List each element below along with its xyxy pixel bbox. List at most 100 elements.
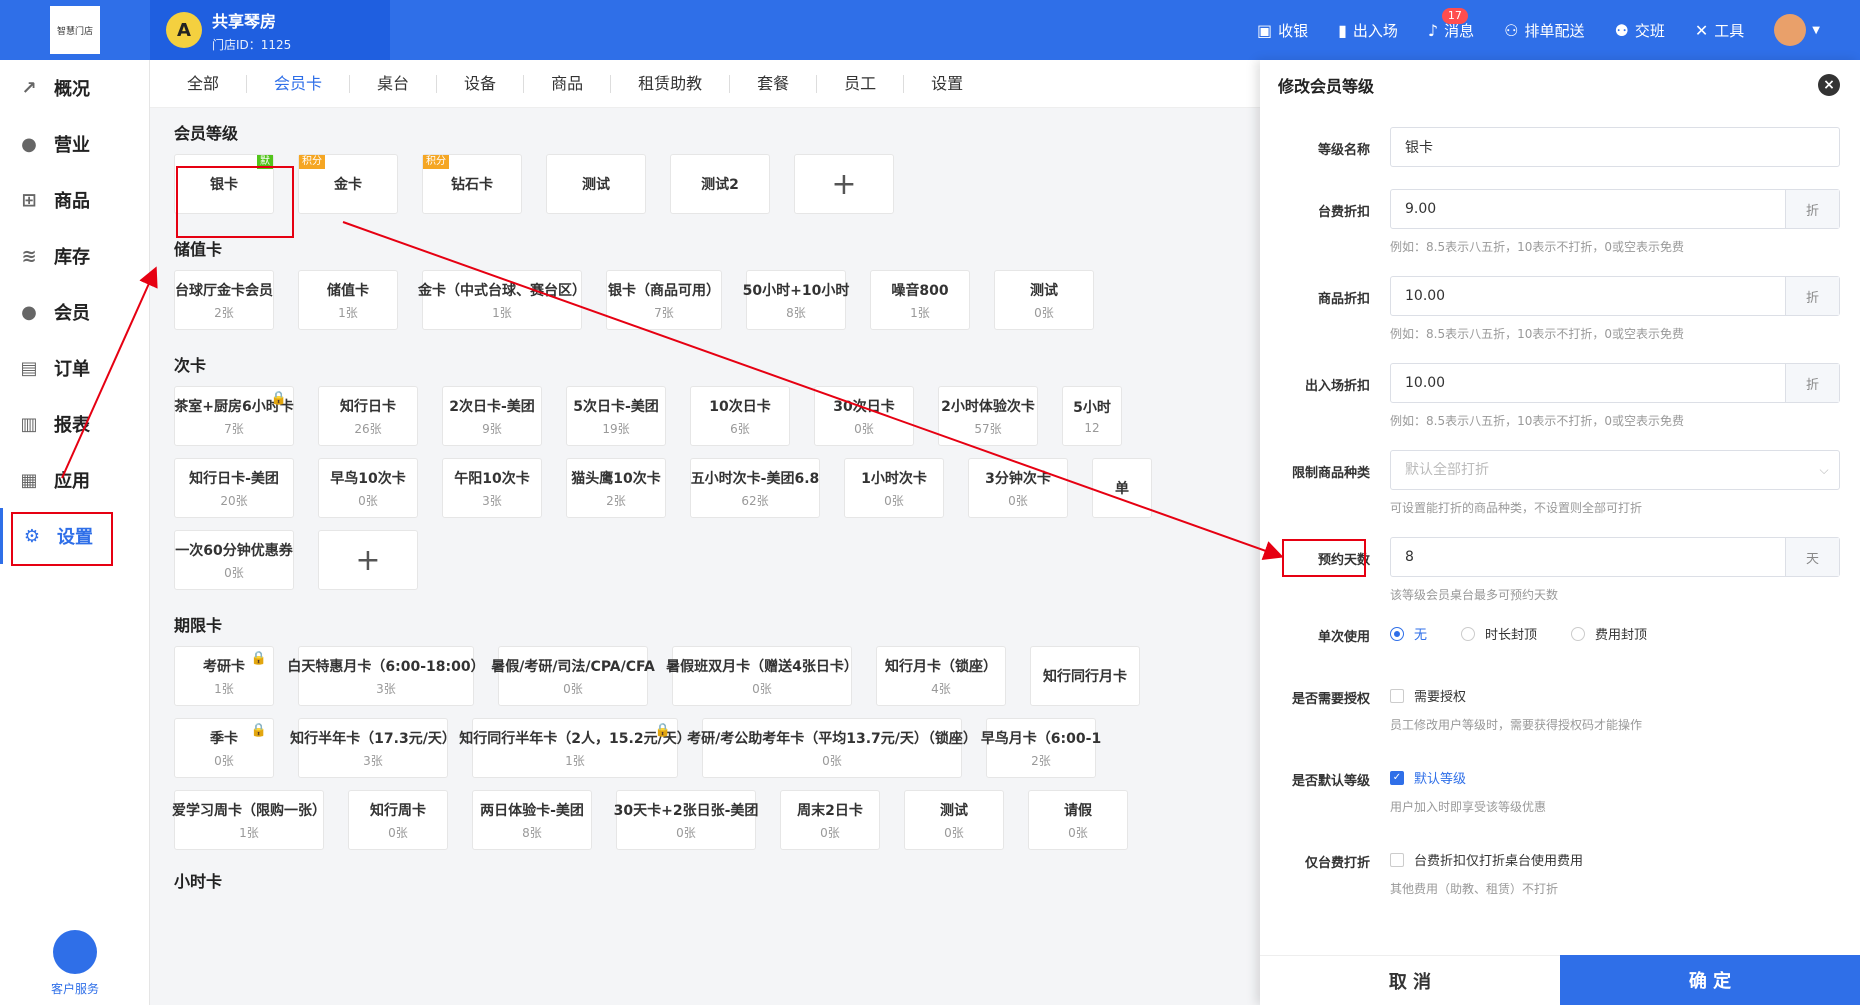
messages-button[interactable]: ♪ 17 消息 — [1428, 7, 1474, 41]
level-name-input[interactable] — [1391, 139, 1839, 155]
level-card-test[interactable]: 测试 — [546, 154, 646, 214]
period-card[interactable]: 知行同行月卡 — [1030, 646, 1140, 706]
count-card[interactable]: 午阳10次卡 3张 — [442, 458, 542, 518]
stored-card[interactable]: 储值卡 1张 — [298, 270, 398, 330]
count-card[interactable]: 早鸟10次卡 0张 — [318, 458, 418, 518]
user-avatar[interactable] — [1774, 14, 1807, 46]
period-card[interactable]: 30天卡+2张日张-美团 0张 — [614, 790, 758, 850]
radio-time-cap[interactable]: 时长封顶 — [1461, 624, 1537, 643]
tab-rental[interactable]: 租赁助教 — [611, 74, 731, 93]
level-card-test2[interactable]: 测试2 — [670, 154, 770, 214]
confirm-button[interactable]: 确 定 — [1560, 955, 1860, 1005]
tab-member-card[interactable]: 会员卡 — [247, 74, 351, 93]
logo[interactable]: 智慧门店 — [50, 6, 100, 54]
count-card[interactable]: 5小时 12 — [1062, 386, 1122, 446]
default-level-checkbox[interactable]: ✓ 默认等级 — [1390, 768, 1466, 787]
period-card[interactable]: 知行半年卡（17.3元/天） 3张 — [290, 718, 456, 778]
tools-button[interactable]: ✕ 工具 — [1695, 20, 1744, 41]
count-card[interactable]: 5次日卡-美团 19张 — [566, 386, 666, 446]
tab-goods[interactable]: 商品 — [524, 74, 612, 93]
count-card[interactable]: 单 — [1092, 458, 1152, 518]
count-card[interactable]: 10次日卡 6张 — [690, 386, 790, 446]
add-count-card-button[interactable]: + — [318, 530, 418, 590]
sidebar-item-business[interactable]: ● 营业 — [0, 116, 149, 172]
count-card[interactable]: 一次60分钟优惠券 0张 — [174, 530, 294, 590]
count-card[interactable]: 猫头鹰10次卡 2张 — [566, 458, 666, 518]
period-card[interactable]: 暑假/考研/司法/CPA/CFA 0张 — [491, 646, 655, 706]
card-count: 3张 — [376, 681, 396, 696]
period-card[interactable]: 知行周卡 0张 — [348, 790, 448, 850]
tab-all[interactable]: 全部 — [160, 74, 248, 93]
goods-discount-input[interactable] — [1391, 288, 1785, 304]
tab-device[interactable]: 设备 — [437, 74, 525, 93]
period-card[interactable]: 爱学习周卡（限购一张） 1张 — [172, 790, 326, 850]
period-card[interactable]: 白天特惠月卡（6:00-18:00） 3张 — [287, 646, 485, 706]
card-name: 银卡（商品可用） — [608, 282, 720, 299]
stored-card[interactable]: 50小时+10小时 8张 — [743, 270, 849, 330]
close-icon[interactable]: × — [1818, 74, 1840, 96]
cashier-button[interactable]: ▣ 收银 — [1257, 20, 1308, 41]
sidebar-item-orders[interactable]: ▤ 订单 — [0, 340, 149, 396]
checkbox-box — [1390, 852, 1404, 867]
need-auth-checkbox[interactable]: 需要授权 — [1390, 686, 1466, 705]
count-card[interactable]: 五小时次卡-美团6.8 62张 — [690, 458, 820, 518]
count-card[interactable]: 知行日卡 26张 — [318, 386, 418, 446]
count-card[interactable]: 🔒 茶室+厨房6小时卡 7张 — [174, 386, 294, 446]
card-name: 测试 — [1030, 282, 1058, 299]
sidebar-item-overview[interactable]: ↗ 概况 — [0, 60, 149, 116]
card-name: 3分钟次卡 — [985, 470, 1051, 487]
sidebar-item-goods[interactable]: ⊞ 商品 — [0, 172, 149, 228]
delivery-button[interactable]: ⚇ 排单配送 — [1504, 20, 1584, 41]
lock-icon: 🔒 — [270, 391, 287, 406]
count-card[interactable]: 2次日卡-美团 9张 — [442, 386, 542, 446]
entry-discount-input[interactable] — [1391, 375, 1785, 391]
customer-service-button[interactable]: 客户服务 — [0, 930, 150, 1005]
count-card[interactable]: 30次日卡 0张 — [814, 386, 914, 446]
period-card[interactable]: 知行月卡（锁座） 4张 — [876, 646, 1006, 706]
sidebar-item-reports[interactable]: ▥ 报表 — [0, 396, 149, 452]
table-discount-input[interactable] — [1391, 201, 1785, 217]
stored-card[interactable]: 金卡（中式台球、赛台区） 1张 — [418, 270, 586, 330]
cancel-button[interactable]: 取 消 — [1260, 955, 1560, 1005]
chevron-down-icon[interactable]: ▼ — [1812, 25, 1820, 36]
period-card[interactable]: 测试 0张 — [904, 790, 1004, 850]
sidebar-item-members[interactable]: ● 会员 — [0, 284, 149, 340]
add-level-button[interactable]: + — [794, 154, 894, 214]
tab-settings[interactable]: 设置 — [904, 74, 990, 93]
level-card-diamond[interactable]: 积分 钻石卡 — [422, 154, 522, 214]
count-card[interactable]: 2小时体验次卡 57张 — [938, 386, 1038, 446]
limit-goods-input[interactable] — [1391, 462, 1809, 478]
count-card[interactable]: 3分钟次卡 0张 — [968, 458, 1068, 518]
table-only-checkbox[interactable]: 台费折扣仅打折桌台使用费用 — [1390, 850, 1583, 869]
entry-exit-button[interactable]: ▮ 出入场 — [1338, 20, 1398, 41]
tab-package[interactable]: 套餐 — [730, 74, 818, 93]
count-card[interactable]: 1小时次卡 0张 — [844, 458, 944, 518]
period-card[interactable]: 🔒 知行同行半年卡（2人，15.2元/天） 1张 — [459, 718, 691, 778]
stored-card[interactable]: 测试 0张 — [994, 270, 1094, 330]
period-card[interactable]: 暑假班双月卡（赠送4张日卡） 0张 — [666, 646, 858, 706]
period-card[interactable]: 🔒 考研卡 1张 — [174, 646, 274, 706]
sidebar-item-apps[interactable]: ▦ 应用 — [0, 452, 149, 508]
stored-card[interactable]: 噪音800 1张 — [870, 270, 970, 330]
tab-table[interactable]: 桌台 — [350, 74, 438, 93]
period-card[interactable]: 周末2日卡 0张 — [780, 790, 880, 850]
radio-fee-cap[interactable]: 费用封顶 — [1571, 624, 1647, 643]
tab-staff[interactable]: 员工 — [817, 74, 905, 93]
card-name: 知行月卡（锁座） — [885, 658, 997, 675]
limit-goods-select[interactable]: ⌵ — [1390, 450, 1840, 490]
handover-button[interactable]: ⚉ 交班 — [1615, 20, 1665, 41]
radio-none[interactable]: 无 — [1390, 624, 1427, 643]
period-card[interactable]: 早鸟月卡（6:00-1 2张 — [981, 718, 1101, 778]
period-card[interactable]: 请假 0张 — [1028, 790, 1128, 850]
stored-card[interactable]: 银卡（商品可用） 7张 — [606, 270, 722, 330]
store-switcher[interactable]: A 共享琴房 门店ID：1125 — [150, 0, 390, 60]
period-card[interactable]: 🔒 季卡 0张 — [174, 718, 274, 778]
count-card[interactable]: 知行日卡-美团 20张 — [174, 458, 294, 518]
period-card[interactable]: 考研/考公助考年卡（平均13.7元/天）（锁座） 0张 — [687, 718, 977, 778]
sidebar-item-inventory[interactable]: ≋ 库存 — [0, 228, 149, 284]
card-count: 26张 — [354, 421, 382, 436]
period-card[interactable]: 两日体验卡-美团 8张 — [472, 790, 592, 850]
level-card-gold[interactable]: 积分 金卡 — [298, 154, 398, 214]
reserve-days-input[interactable] — [1391, 549, 1785, 565]
stored-card[interactable]: 台球厅金卡会员 2张 — [174, 270, 274, 330]
